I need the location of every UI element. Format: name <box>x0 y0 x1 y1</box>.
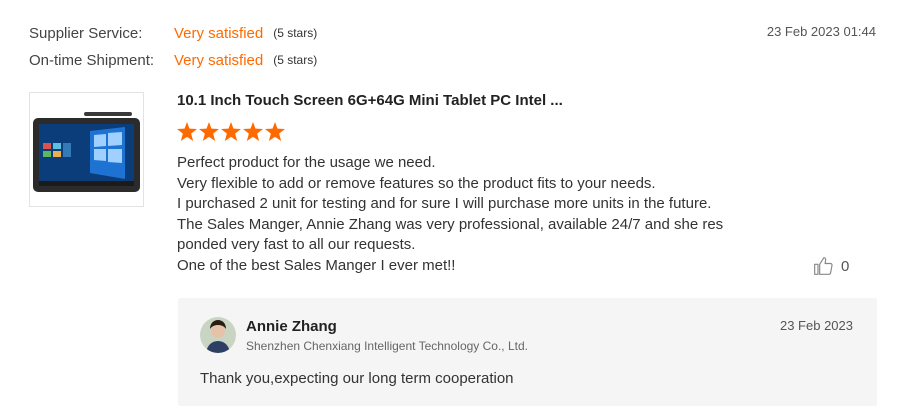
review-date: 23 Feb 2023 01:44 <box>766 24 876 39</box>
review-body: Perfect product for the usage we need. V… <box>177 153 777 276</box>
rating-stars-text: (5 stars) <box>273 26 318 40</box>
review-line: One of the best Sales Manger I ever met!… <box>177 256 456 274</box>
supplier-service-rating: Supplier Service: Very satisfied (5 star… <box>29 22 317 44</box>
rating-value: Very satisfied <box>174 51 264 69</box>
shipment-rating: On-time Shipment: Very satisfied (5 star… <box>29 49 317 71</box>
review-line: Perfect product for the usage we need. <box>177 154 436 171</box>
product-thumbnail[interactable] <box>29 92 144 207</box>
reply-text: Thank you,expecting our long term cooper… <box>200 370 514 387</box>
product-title[interactable]: 10.1 Inch Touch Screen 6G+64G Mini Table… <box>177 92 563 109</box>
reply-date: 23 Feb 2023 <box>779 318 853 333</box>
star-icon <box>265 122 285 141</box>
seller-reply: Annie Zhang Shenzhen Chenxiang Intellige… <box>178 298 877 406</box>
review-line: Very flexible to add or remove features … <box>177 174 656 192</box>
star-icon <box>199 122 219 141</box>
rating-label: On-time Shipment: <box>29 51 155 69</box>
star-icon <box>243 122 263 141</box>
thumbs-up-icon <box>814 257 833 275</box>
rating-stars-text: (5 stars) <box>273 53 318 67</box>
like-button[interactable]: 0 <box>813 256 849 276</box>
rating-value: Very satisfied <box>174 24 264 42</box>
tablet-image <box>33 112 140 192</box>
star-icon <box>221 122 241 141</box>
review-line: I purchased 2 unit for testing and for s… <box>177 195 712 212</box>
star-icon <box>177 122 197 141</box>
rating-label: Supplier Service: <box>29 24 143 42</box>
like-count: 0 <box>841 257 850 275</box>
avatar <box>200 317 236 353</box>
reply-author-name: Annie Zhang <box>246 318 337 335</box>
review-stars <box>177 122 285 141</box>
reply-company[interactable]: Shenzhen Chenxiang Intelligent Technolog… <box>246 339 528 353</box>
review-line: ponded very fast to all our requests. <box>177 236 416 253</box>
review-line: The Sales Manger, Annie Zhang was very p… <box>177 215 724 233</box>
